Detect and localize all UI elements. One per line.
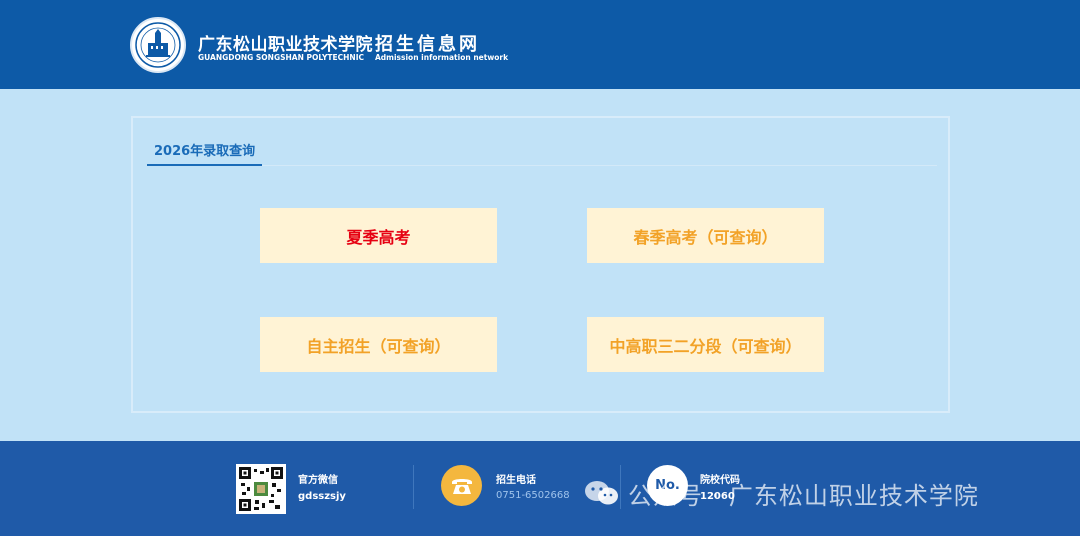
footer-divider [413,465,414,509]
wechat-official-account-watermark: 公众号 · 广东松山职业技术学院 [582,478,979,510]
spring-gaokao-button[interactable]: 春季高考（可查询） [587,208,824,263]
phone-icon [441,465,482,506]
wechat-qr-code-icon [236,464,286,514]
school-name-en: GUANGDONG SONGSHAN POLYTECHNIC [198,53,364,62]
school-seal-icon[interactable] [130,17,186,73]
autonomous-enrollment-button[interactable]: 自主招生（可查询） [260,317,497,372]
vocational-3-2-button[interactable]: 中高职三二分段（可查询） [587,317,824,372]
site-header: 广东松山职业技术学院 GUANGDONG SONGSHAN POLYTECHNI… [0,0,1080,89]
site-name-en: Admission information network [375,53,509,62]
wechat-id: gdsszsjy [298,491,346,502]
school-name-cn: 广东松山职业技术学院 [198,35,373,55]
watermark-text: 公众号 · 广东松山职业技术学院 [628,481,979,510]
admission-query-panel: 2026年录取查询 夏季高考 春季高考（可查询） 自主招生（可查询） 中高职三二… [131,116,950,413]
tab-active-underline [147,164,262,166]
phone-label: 招生电话 [496,475,536,486]
tab-divider-line [262,165,937,166]
tab-2026-admission-query[interactable]: 2026年录取查询 [154,140,255,159]
wechat-label: 官方微信 [298,475,338,486]
phone-number[interactable]: 0751-6502668 [496,490,570,501]
summer-gaokao-button[interactable]: 夏季高考 [260,208,497,263]
wechat-logo-icon [585,481,618,505]
